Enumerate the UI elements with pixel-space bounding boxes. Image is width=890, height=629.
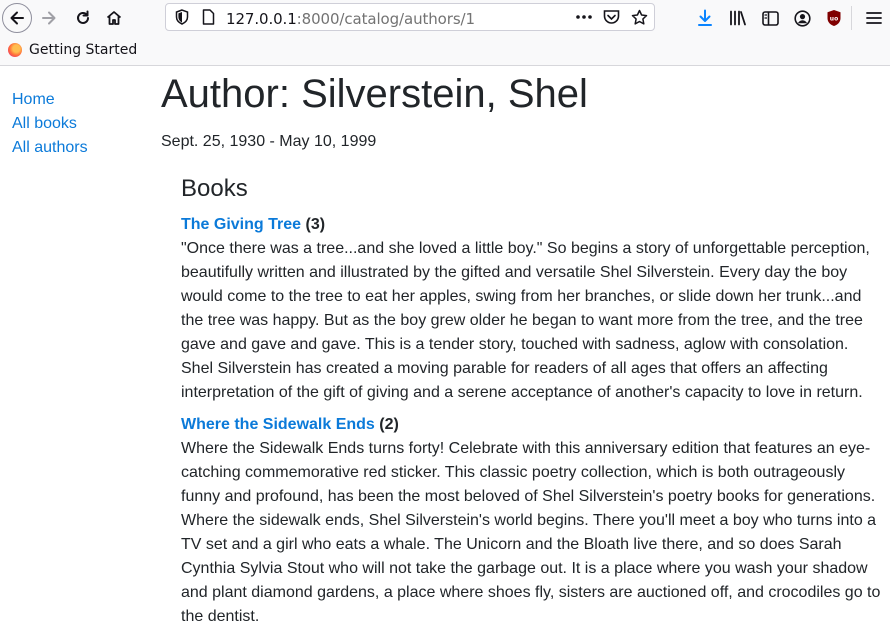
- home-button[interactable]: [99, 3, 129, 33]
- book-copy-count: (3): [305, 216, 326, 233]
- book-summary: "Once there was a tree...and she loved a…: [181, 240, 870, 401]
- book-summary: Where the Sidewalk Ends turns forty! Cel…: [181, 440, 881, 625]
- library-icon[interactable]: [728, 8, 748, 28]
- url-host: 127.0.0.1: [226, 10, 297, 28]
- book-header: Where the Sidewalk Ends (2): [181, 413, 881, 437]
- page-icon[interactable]: [200, 9, 216, 25]
- book-header: The Giving Tree (3): [181, 213, 881, 237]
- url-text: 127.0.0.1:8000/catalog/authors/1: [226, 10, 475, 28]
- firefox-icon: [8, 43, 22, 57]
- svg-text:uo: uo: [830, 16, 838, 23]
- reload-icon: [77, 10, 89, 24]
- book-title-link[interactable]: Where the Sidewalk Ends: [181, 416, 375, 433]
- more-icon[interactable]: [575, 8, 593, 26]
- browser-toolbar: 127.0.0.1:8000/catalog/authors/1 uo: [0, 0, 890, 36]
- account-icon[interactable]: [792, 8, 812, 28]
- bookmark-label: Getting Started: [29, 42, 138, 58]
- ublock-icon[interactable]: uo: [824, 8, 844, 28]
- url-path: :8000/catalog/authors/1: [296, 10, 475, 28]
- sidebar-nav: Home All books All authors: [12, 88, 88, 160]
- sidebar-item-all-books[interactable]: All books: [12, 112, 88, 136]
- books-section: Books The Giving Tree (3) "Once there wa…: [181, 174, 881, 629]
- book-copy-count: (2): [379, 416, 399, 433]
- sidebar-item-home[interactable]: Home: [12, 88, 88, 112]
- pocket-icon[interactable]: [602, 8, 620, 26]
- sidebar-item-all-authors[interactable]: All authors: [12, 136, 88, 160]
- book-item: Where the Sidewalk Ends (2) Where the Si…: [181, 413, 881, 629]
- back-icon: [10, 11, 24, 25]
- shield-icon[interactable]: [174, 9, 190, 25]
- url-bar[interactable]: 127.0.0.1:8000/catalog/authors/1: [165, 3, 655, 31]
- books-heading: Books: [181, 175, 248, 202]
- bookmarks-toolbar: Getting Started: [0, 36, 890, 66]
- download-icon[interactable]: [696, 8, 714, 28]
- forward-icon: [42, 11, 56, 25]
- bookmark-getting-started[interactable]: Getting Started: [8, 42, 137, 58]
- back-button[interactable]: [2, 3, 32, 33]
- book-title-link[interactable]: The Giving Tree: [181, 216, 301, 233]
- author-dates: Sept. 25, 1930 - May 10, 1999: [161, 133, 377, 150]
- star-icon[interactable]: [630, 8, 648, 26]
- sidebar-icon[interactable]: [760, 8, 780, 28]
- page-title: Author: Silverstein, Shel: [161, 72, 588, 116]
- menu-icon[interactable]: [864, 8, 884, 28]
- home-icon: [106, 11, 122, 25]
- book-item: The Giving Tree (3) "Once there was a tr…: [181, 213, 881, 405]
- toolbar-divider: [851, 6, 852, 30]
- reload-button[interactable]: [68, 3, 98, 33]
- main-content: Author: Silverstein, Shel Sept. 25, 1930…: [161, 66, 881, 629]
- forward-button[interactable]: [34, 3, 64, 33]
